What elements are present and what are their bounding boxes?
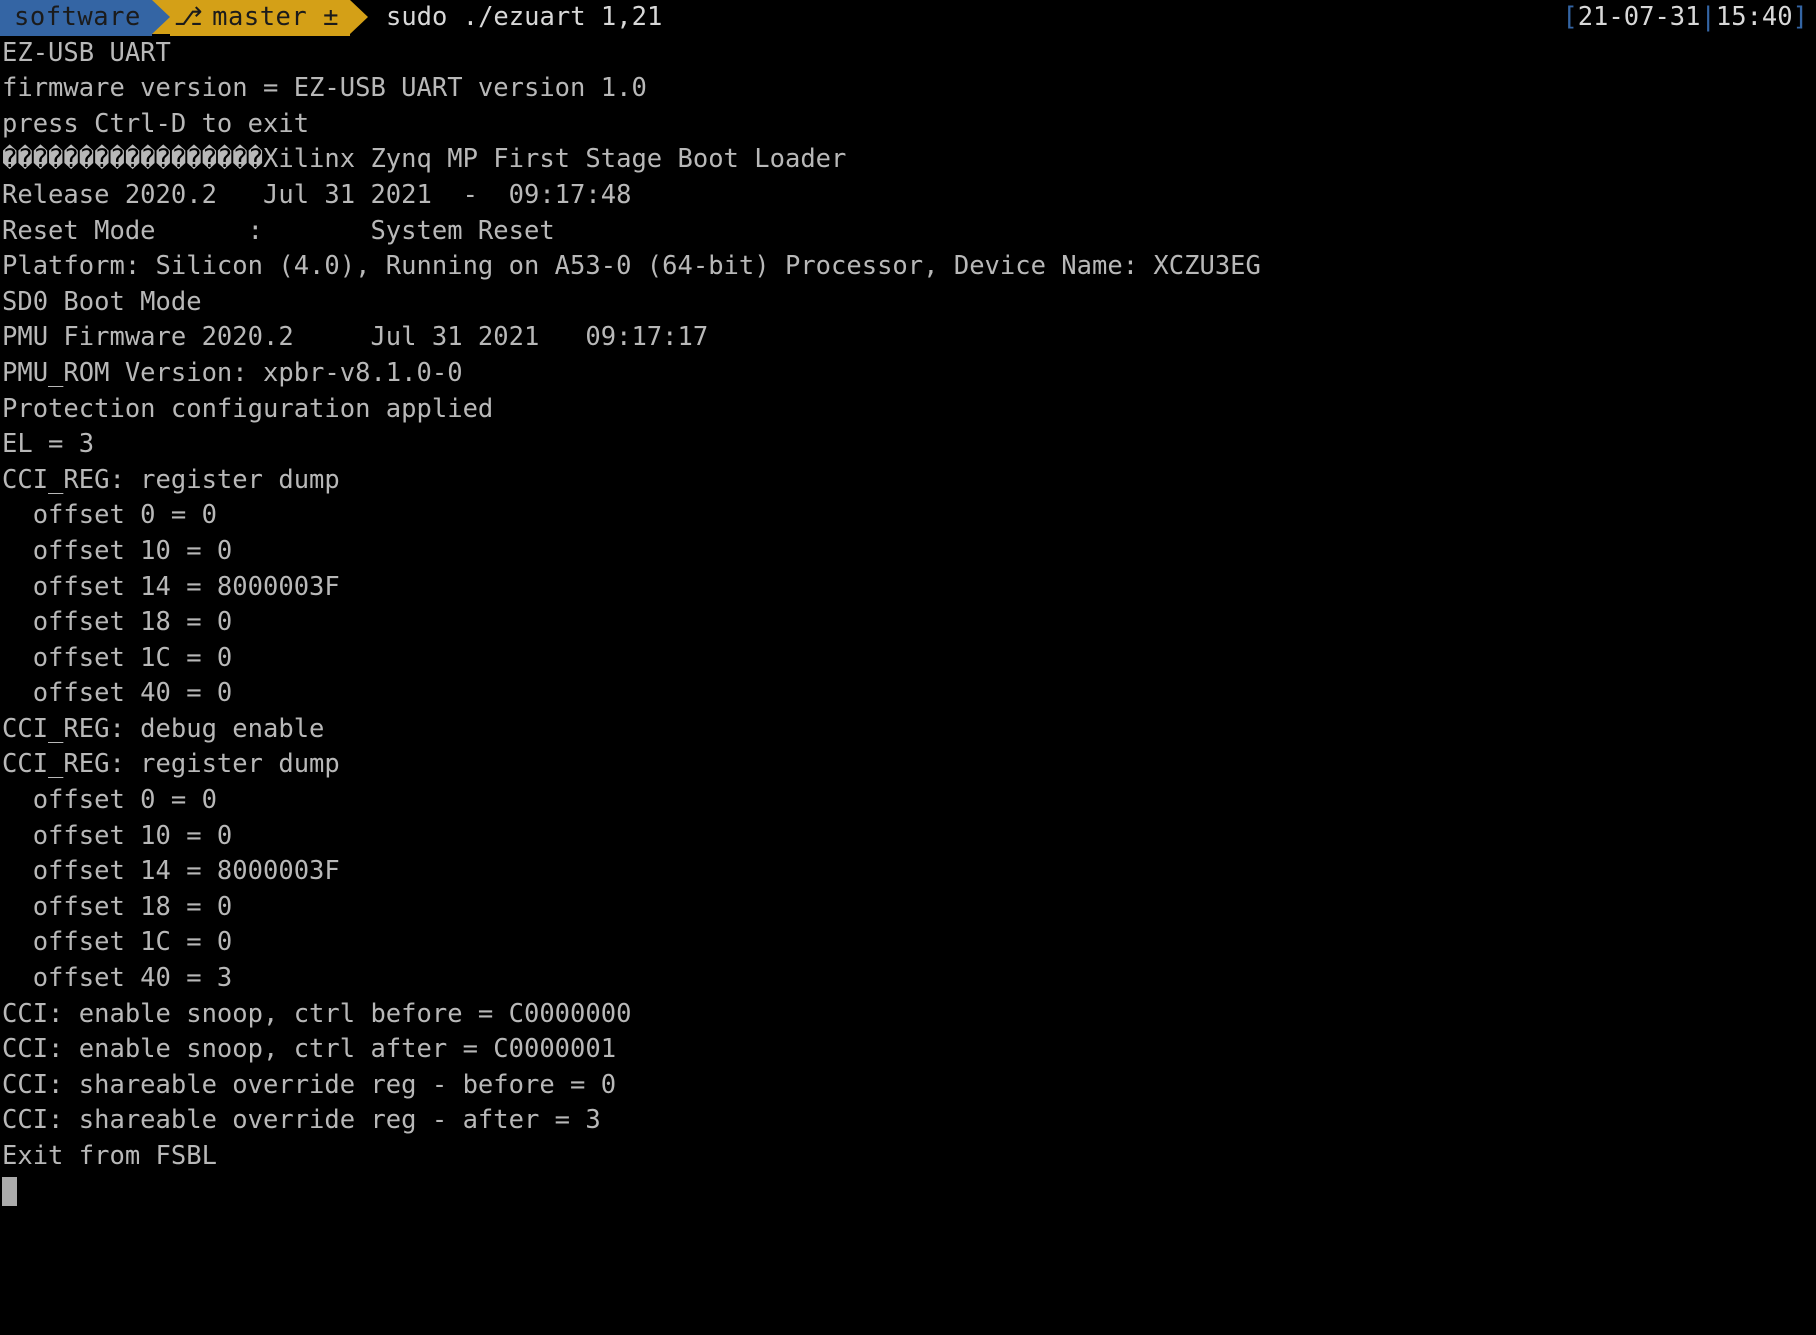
- prompt-line: software ⎇ master ± sudo ./ezuart 1,21 […: [0, 0, 1816, 36]
- terminal-output-line: EL = 3: [2, 429, 95, 460]
- terminal-output-line: SD0 Boot Mode: [2, 286, 202, 317]
- terminal-output-line: offset 14 = 8000003F: [2, 856, 340, 887]
- terminal-output-line: PMU Firmware 2020.2 Jul 31 2021 09:17:17: [2, 322, 709, 353]
- git-branch-icon: ⎇: [173, 2, 204, 32]
- prompt-git-segment: ⎇ master ±: [169, 0, 350, 36]
- terminal-output-line: Release 2020.2 Jul 31 2021 - 09:17:48: [2, 179, 632, 210]
- terminal-output-line: CCI: enable snoop, ctrl after = C0000001: [2, 1034, 617, 1065]
- terminal-output-line: offset 1C = 0: [2, 927, 233, 958]
- prompt-directory-segment: software: [0, 0, 152, 36]
- terminal-output-line: Reset Mode : System Reset: [2, 215, 555, 246]
- terminal-output-line: firmware version = EZ-USB UART version 1…: [2, 73, 647, 104]
- terminal-output-line: offset 40 = 3: [2, 963, 233, 994]
- terminal-output-line: offset 10 = 0: [2, 820, 233, 851]
- terminal-output-line: offset 18 = 0: [2, 891, 233, 922]
- text-cursor: [2, 1176, 17, 1206]
- prompt-command-text: sudo ./ezuart 1,21: [385, 2, 663, 32]
- terminal-output-line: EZ-USB UART: [2, 37, 171, 68]
- terminal-output-line: offset 14 = 8000003F: [2, 571, 340, 602]
- terminal-output-line: offset 10 = 0: [2, 535, 233, 566]
- prompt-timestamp: [21-07-31 | 15:40]: [1562, 0, 1808, 36]
- terminal-output-line: Exit from FSBL: [2, 1141, 217, 1171]
- timestamp-date: 21-07-31: [1577, 2, 1701, 32]
- terminal-output-line: press Ctrl-D to exit: [2, 108, 310, 139]
- powerline-arrow-blue-gold-icon: [151, 0, 170, 34]
- terminal-output-line: offset 1C = 0: [2, 642, 233, 673]
- timestamp-separator: |: [1700, 2, 1716, 32]
- terminal-output-line: CCI: enable snoop, ctrl before = C000000…: [2, 998, 632, 1029]
- timestamp-close-bracket: ]: [1792, 2, 1808, 32]
- terminal-output-line: offset 0 = 0: [2, 785, 217, 816]
- terminal-output-line: offset 0 = 0: [2, 500, 217, 531]
- terminal-output-line: CCI: shareable override reg - before = 0: [2, 1069, 617, 1100]
- terminal-cursor-line: [0, 1175, 1816, 1211]
- terminal-output-line: PMU_ROM Version: xpbr-v8.1.0-0: [2, 357, 463, 388]
- terminal-output-line: CCI_REG: register dump: [2, 464, 340, 495]
- timestamp-open-bracket: [: [1562, 2, 1578, 32]
- terminal-output-line: �����������������Xilinx Zynq MP First St…: [2, 144, 847, 175]
- prompt-git-label: master ±: [212, 2, 339, 32]
- terminal-output: EZ-USB UART firmware version = EZ-USB UAR…: [0, 36, 1816, 1175]
- terminal-output-line: Platform: Silicon (4.0), Running on A53-…: [2, 251, 1261, 282]
- terminal-output-line: CCI_REG: debug enable: [2, 713, 325, 744]
- terminal-output-line: CCI: shareable override reg - after = 3: [2, 1105, 601, 1136]
- terminal-output-line: offset 40 = 0: [2, 678, 233, 709]
- timestamp-time: 15:40: [1715, 2, 1793, 32]
- terminal-window[interactable]: software ⎇ master ± sudo ./ezuart 1,21 […: [0, 0, 1816, 1335]
- terminal-output-line: offset 18 = 0: [2, 607, 233, 638]
- prompt-directory-label: software: [14, 2, 141, 32]
- powerline-arrow-gold-black-icon: [349, 0, 368, 34]
- terminal-output-line: Protection configuration applied: [2, 393, 494, 424]
- terminal-output-line: CCI_REG: register dump: [2, 749, 340, 780]
